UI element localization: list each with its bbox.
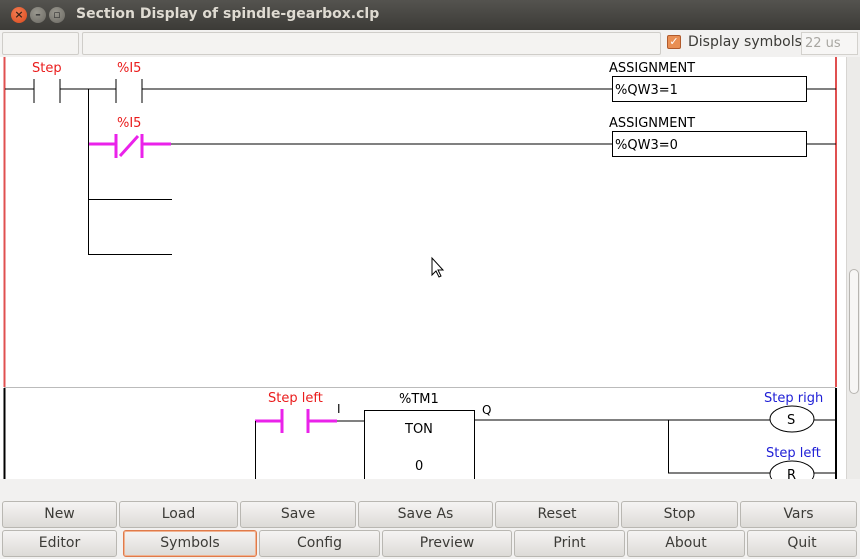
negated-contact-i5-label: %I5 [117,116,141,131]
contact-step-left-label: Step left [268,391,323,406]
section-selector[interactable] [2,32,79,55]
timer-name: %TM1 [399,392,439,407]
coil-set-type: S [787,413,795,428]
timer-type: TON [404,422,433,437]
coil-set-label: Step righ [764,391,823,406]
timer-output-label: Q [482,403,491,417]
editor-button[interactable]: Editor [2,530,117,557]
contact-step-left[interactable] [255,409,337,433]
title-bar: × – ▫ Section Display of spindle-gearbox… [0,0,860,30]
assignment2-expr: %QW3=0 [615,138,678,153]
section-info-field [82,32,661,55]
preview-button[interactable]: Preview [382,530,512,557]
timer-input-label: I [337,402,341,416]
contact-step-label: Step [32,61,62,76]
symbols-button[interactable]: Symbols [123,530,257,557]
coil-reset-label: Step left [766,446,821,461]
reset-button[interactable]: Reset [495,501,619,528]
timer-preset: 0 [415,459,423,474]
contact-step[interactable] [5,79,116,103]
contact-i5[interactable] [115,79,612,103]
vertical-scrollbar[interactable] [846,57,860,479]
config-button[interactable]: Config [259,530,380,557]
ladder-diagram: Step %I5 ASSIGNMENT %QW3=1 %I5 ASSIGNMEN… [3,57,837,479]
print-button[interactable]: Print [514,530,625,557]
stop-button[interactable]: Stop [621,501,738,528]
cycle-time-display: 22 us [801,32,858,55]
assignment1-expr: %QW3=1 [615,83,678,98]
maximize-window-button[interactable]: ▫ [49,7,65,23]
window-title: Section Display of spindle-gearbox.clp [76,6,380,22]
assignment2-title: ASSIGNMENT [609,116,695,131]
new-button[interactable]: New [2,501,117,528]
display-symbols-checkbox[interactable]: ✓ [667,35,681,49]
ladder-canvas[interactable]: Step %I5 ASSIGNMENT %QW3=1 %I5 ASSIGNMEN… [0,57,846,479]
button-bar: New Load Save Save As Reset Stop Vars Ed… [0,479,860,559]
assignment1-title: ASSIGNMENT [609,61,695,76]
quit-button[interactable]: Quit [747,530,857,557]
minimize-window-button[interactable]: – [30,7,46,23]
display-symbols-label[interactable]: Display symbols [688,34,802,50]
contact-i5-label: %I5 [117,61,141,76]
load-button[interactable]: Load [119,501,238,528]
about-button[interactable]: About [627,530,745,557]
scrollbar-thumb[interactable] [849,269,859,394]
save-as-button[interactable]: Save As [358,501,493,528]
mouse-cursor-icon [431,256,445,278]
negated-contact-i5[interactable] [89,134,171,158]
vars-button[interactable]: Vars [740,501,857,528]
save-button[interactable]: Save [240,501,356,528]
coil-reset-type: R [787,468,796,479]
close-window-button[interactable]: × [11,7,27,23]
